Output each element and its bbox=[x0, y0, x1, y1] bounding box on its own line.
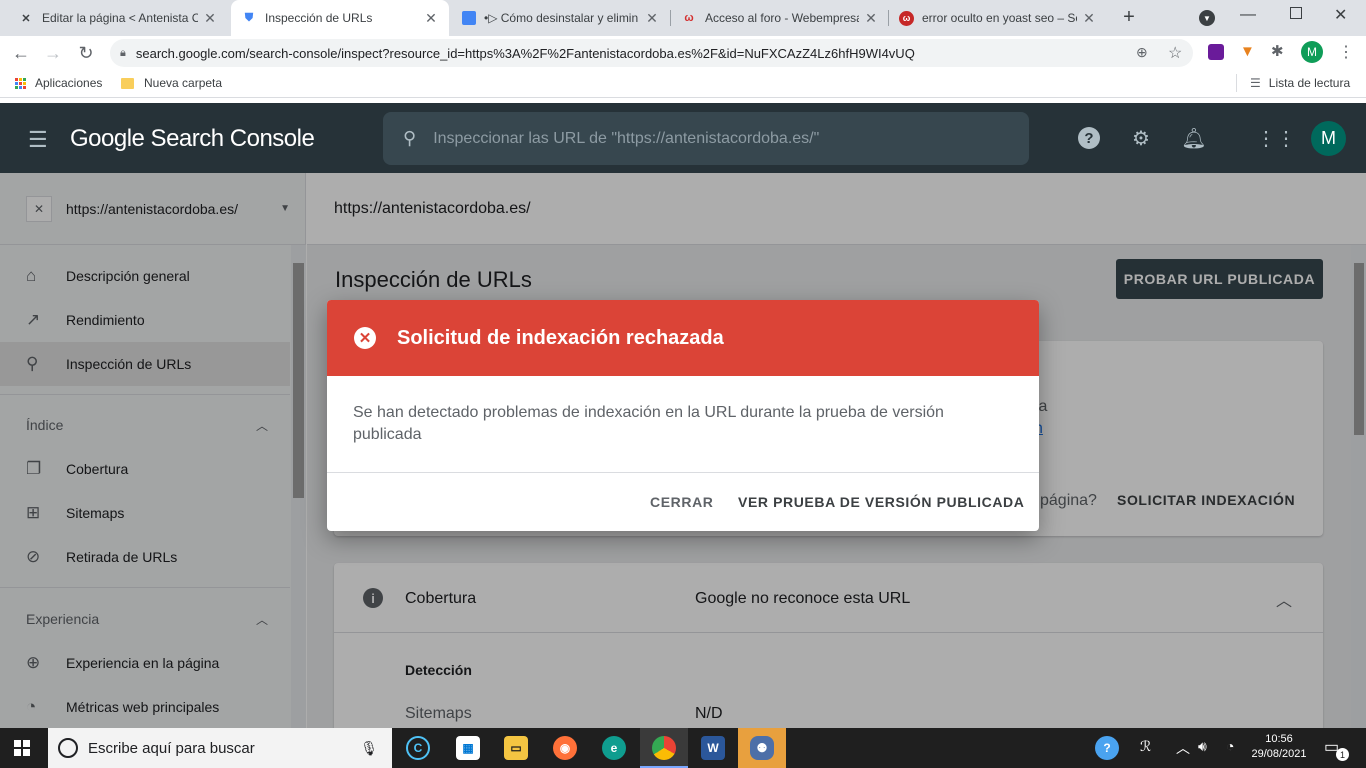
error-close-icon: ✕ bbox=[354, 327, 376, 349]
zoom-icon[interactable]: ⊕ bbox=[1136, 44, 1148, 61]
cortana-app-icon[interactable]: C bbox=[406, 736, 430, 760]
clock-time: 10:56 bbox=[1265, 733, 1293, 745]
close-tab-icon[interactable]: ✕ bbox=[644, 10, 660, 27]
reading-list[interactable]: ☰ Lista de lectura bbox=[1250, 76, 1350, 90]
bookmark-label: Aplicaciones bbox=[35, 76, 103, 90]
inspect-url-search[interactable]: ⚲ Inspeccionar las URL de "https://anten… bbox=[383, 112, 1029, 165]
view-live-test-button[interactable]: VER PRUEBA DE VERSIÓN PUBLICADA bbox=[738, 494, 1024, 510]
close-tab-icon[interactable]: ✕ bbox=[863, 10, 879, 27]
tab-inspeccion-urls[interactable]: ⛊ Inspección de URLs ✕ bbox=[231, 0, 449, 36]
new-tab-icon[interactable]: + bbox=[1118, 6, 1140, 28]
firefox-icon[interactable]: ◉ bbox=[553, 736, 577, 760]
taskbar-search-placeholder: Escribe aquí para buscar bbox=[88, 739, 255, 757]
extensions-puzzle-icon[interactable]: ✱ bbox=[1271, 42, 1284, 60]
bookmark-apps[interactable]: Aplicaciones bbox=[15, 76, 102, 90]
tab-acceso-foro[interactable]: ω Acceso al foro - Webempresa ✕ bbox=[671, 0, 889, 36]
reload-icon[interactable]: ↻ bbox=[74, 41, 98, 65]
volume-icon[interactable]: 🔊︎ bbox=[1198, 738, 1207, 755]
windows-start-icon[interactable] bbox=[14, 740, 30, 756]
search-icon: ⚲ bbox=[403, 128, 417, 148]
indexing-rejected-dialog: ✕ Solicitud de indexación rechazada Se h… bbox=[327, 300, 1039, 531]
hamburger-menu-icon[interactable]: ☰ bbox=[28, 127, 48, 153]
notification-count-badge: 1 bbox=[1336, 748, 1349, 761]
minimize-icon[interactable]: — bbox=[1240, 6, 1256, 24]
gsc-header: ☰ Google Search Console ⚲ Inspeccionar l… bbox=[0, 103, 1366, 173]
tab-editar-pagina[interactable]: ✕ Editar la página < Antenista C ✕ bbox=[8, 0, 228, 36]
dialog-header: ✕ Solicitud de indexación rechazada bbox=[327, 300, 1039, 376]
address-url: search.google.com/search-console/inspect… bbox=[135, 45, 915, 61]
tab-title: •▷ Cómo desinstalar y elimin bbox=[484, 11, 639, 25]
dialog-divider bbox=[327, 472, 1039, 473]
bot-app-slot[interactable]: ⚉ bbox=[738, 728, 786, 768]
profile-initial: M bbox=[1307, 45, 1317, 59]
tab-title: error oculto en yoast seo – Sc bbox=[922, 11, 1077, 25]
folder-icon bbox=[121, 77, 134, 89]
network-icon[interactable]: ◔ bbox=[1226, 738, 1234, 754]
tab-title: Acceso al foro - Webempresa bbox=[705, 11, 859, 25]
page-icon bbox=[462, 11, 476, 25]
wordpress-icon: ✕ bbox=[21, 12, 31, 25]
webempresa-icon: ω bbox=[684, 12, 694, 24]
dialog-message: Se han detectado problemas de indexación… bbox=[353, 404, 944, 443]
store-app-icon[interactable]: ▦ bbox=[456, 736, 480, 760]
account-avatar[interactable]: M bbox=[1311, 121, 1346, 156]
robot-icon: ⚉ bbox=[750, 736, 774, 760]
close-button[interactable]: CERRAR bbox=[650, 494, 714, 510]
back-icon[interactable]: ← bbox=[9, 41, 33, 65]
address-bar[interactable]: 🔒︎ search.google.com/search-console/insp… bbox=[110, 39, 1193, 67]
clock[interactable]: 10:56 29/08/2021 bbox=[1248, 732, 1310, 762]
bookmark-divider bbox=[1236, 74, 1237, 92]
tray-chevron-icon[interactable]: ︿ bbox=[1176, 738, 1190, 758]
word-icon[interactable]: W bbox=[701, 736, 725, 760]
webempresa-circle-icon: ω bbox=[899, 10, 914, 26]
clock-date: 29/08/2021 bbox=[1251, 748, 1307, 760]
tab-error-oculto[interactable]: ω error oculto en yoast seo – Sc ✕ bbox=[889, 0, 1107, 36]
bookmark-folder[interactable]: Nueva carpeta bbox=[121, 76, 222, 90]
close-tab-icon[interactable]: ✕ bbox=[1081, 10, 1097, 27]
browser-tab-strip: ✕ Editar la página < Antenista C ✕ ⛊ Ins… bbox=[0, 0, 1366, 36]
search-circle-icon bbox=[58, 738, 78, 758]
user-settings-icon[interactable]: ⚙ bbox=[1128, 125, 1154, 151]
bookmarks-bar: Aplicaciones Nueva carpeta ☰ Lista de le… bbox=[0, 70, 1366, 98]
extension-icon[interactable] bbox=[1208, 44, 1224, 60]
tab-search-icon[interactable]: ▼ bbox=[1199, 10, 1215, 26]
apps-grid-icon bbox=[15, 77, 26, 89]
bookmark-star-icon[interactable]: ☆ bbox=[1168, 43, 1182, 63]
close-tab-icon[interactable]: ✕ bbox=[202, 10, 218, 27]
metamask-icon[interactable]: ▼ bbox=[1240, 43, 1255, 60]
google-apps-icon[interactable]: ⋮⋮ bbox=[1256, 125, 1296, 151]
search-placeholder: Inspeccionar las URL de "https://antenis… bbox=[433, 129, 820, 147]
notifications-bell-icon[interactable]: 🔔︎ bbox=[1181, 125, 1207, 151]
file-explorer-icon[interactable]: ▭ bbox=[504, 736, 528, 760]
windows-taskbar: Escribe aquí para buscar 🎙︎ C ▦ ▭ ◉ e W … bbox=[0, 728, 1366, 768]
maximize-icon[interactable] bbox=[1290, 7, 1302, 19]
reading-list-icon: ☰ bbox=[1250, 76, 1261, 90]
dialog-title: Solicitud de indexación rechazada bbox=[397, 326, 724, 349]
profile-avatar[interactable]: M bbox=[1301, 41, 1323, 63]
close-window-icon[interactable]: ✕ bbox=[1334, 5, 1347, 25]
browser-toolbar: ← → ↻ 🔒︎ search.google.com/search-consol… bbox=[0, 36, 1366, 70]
chrome-icon bbox=[652, 736, 676, 760]
help-badge-icon[interactable]: ? bbox=[1095, 736, 1119, 760]
menu-kebab-icon[interactable]: ⋮ bbox=[1338, 42, 1354, 62]
chrome-active-slot[interactable] bbox=[640, 728, 688, 768]
search-console-icon: ⛊ bbox=[244, 11, 254, 24]
bookmark-label: Nueva carpeta bbox=[144, 76, 223, 90]
tab-title: Inspección de URLs bbox=[265, 11, 373, 25]
reading-list-label: Lista de lectura bbox=[1268, 76, 1351, 90]
close-tab-icon[interactable]: ✕ bbox=[423, 10, 439, 27]
tab-title: Editar la página < Antenista C bbox=[42, 11, 198, 25]
tab-como-desinstalar[interactable]: •▷ Cómo desinstalar y elimin ✕ bbox=[452, 0, 670, 36]
edge-icon[interactable]: e bbox=[602, 736, 626, 760]
taskbar-search[interactable]: Escribe aquí para buscar 🎙︎ bbox=[48, 728, 392, 768]
help-icon[interactable]: ? bbox=[1076, 125, 1102, 151]
account-initial: M bbox=[1321, 128, 1336, 148]
people-icon[interactable]: ℛ bbox=[1140, 738, 1151, 755]
gsc-logo[interactable]: Google Search Console bbox=[70, 125, 315, 153]
microphone-icon[interactable]: 🎙︎ bbox=[360, 740, 378, 757]
forward-icon[interactable]: → bbox=[41, 41, 65, 65]
lock-icon: 🔒︎ bbox=[120, 46, 126, 59]
